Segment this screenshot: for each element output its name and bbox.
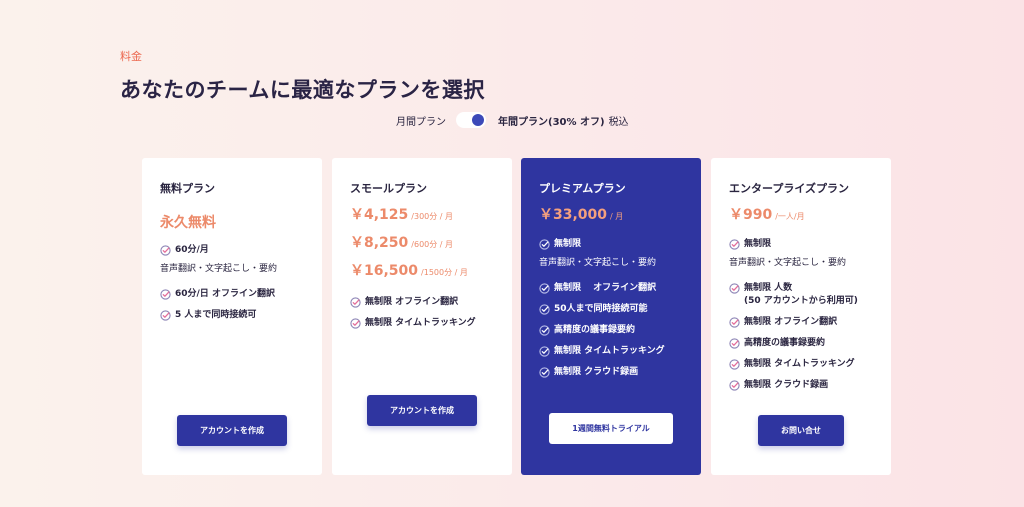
feature-item: 5 人まで同時接続可	[160, 309, 304, 322]
plan-unit: / 月	[610, 212, 624, 221]
monthly-plan-label[interactable]: 月間プラン	[396, 113, 446, 128]
annual-plan-label[interactable]: 年間プラン(30% オフ)	[498, 113, 605, 128]
feature-item: 無制限 オフライン翻訳	[729, 316, 873, 329]
section-label: 料金	[120, 50, 142, 63]
plan-price: 永久無料	[160, 215, 216, 231]
feature-item: 50人まで同時接続可能	[539, 303, 683, 316]
tier-unit: /300分 / 月	[411, 212, 454, 221]
check-circle-icon	[729, 283, 740, 294]
check-circle-icon	[729, 380, 740, 391]
check-circle-icon	[729, 359, 740, 370]
check-circle-icon	[350, 297, 361, 308]
feature-item: 無制限 クラウド録画	[539, 366, 683, 379]
price-tier: ￥16,500 /1500分 / 月	[350, 260, 494, 280]
create-account-button[interactable]: アカウントを作成	[367, 395, 477, 426]
tier-unit: /600分 / 月	[411, 240, 454, 249]
billing-toggle: 月間プラン 年間プラン(30% オフ) 税込	[396, 111, 629, 129]
page-title: あなたのチームに最適なプランを選択	[120, 78, 485, 102]
feature-item: 60分/日 オフライン翻訳	[160, 288, 304, 301]
plan-price: ￥33,000	[539, 207, 608, 223]
tier-price: ￥4,125	[350, 207, 409, 223]
check-circle-icon	[729, 338, 740, 349]
feature-subnote: (50 アカウントから利用可)	[744, 296, 858, 306]
tier-price: ￥8,250	[350, 235, 409, 251]
price-tier: ￥8,250 /600分 / 月	[350, 232, 494, 252]
feature-item: 無制限 タイムトラッキング	[539, 345, 683, 358]
feature-item: 無制限 オフライン翻訳	[350, 296, 494, 309]
feature-item: 60分/月	[160, 244, 304, 257]
create-account-button[interactable]: アカウントを作成	[177, 415, 287, 446]
check-circle-icon	[539, 325, 550, 336]
price-tier: ￥990 /一人/月	[729, 204, 873, 224]
plan-price: ￥990	[729, 207, 773, 223]
plan-title: エンタープライズプラン	[729, 182, 850, 195]
plan-title: 無料プラン	[160, 182, 215, 195]
feature-note: 音声翻訳・文字起こし・要約	[729, 258, 847, 268]
tier-price: ￥16,500	[350, 263, 419, 279]
feature-item: 高精度の議事録要約	[539, 324, 683, 337]
plan-title: スモールプラン	[350, 182, 427, 195]
feature-item: 無制限	[729, 238, 873, 251]
feature-item: 無制限 クラウド録画	[729, 379, 873, 392]
feature-item: 高精度の議事録要約	[729, 337, 873, 350]
feature-item: 無制限 人数 (50 アカウントから利用可)	[729, 282, 873, 308]
check-circle-icon	[160, 310, 171, 321]
price-tier: ￥33,000 / 月	[539, 204, 683, 224]
check-circle-icon	[539, 239, 550, 250]
check-circle-icon	[729, 317, 740, 328]
check-circle-icon	[160, 245, 171, 256]
feature-item: 無制限 オフライン翻訳	[539, 282, 683, 295]
tier-unit: /1500分 / 月	[421, 268, 468, 277]
check-circle-icon	[539, 367, 550, 378]
check-circle-icon	[729, 239, 740, 250]
check-circle-icon	[350, 318, 361, 329]
plan-card-free: 無料プラン 永久無料 60分/月 音声翻訳・文字起こし・要約 60分/日 オフラ…	[142, 158, 322, 475]
plan-card-premium: プレミアムプラン ￥33,000 / 月 無制限 音声翻訳・文字起こし・要約 無…	[521, 158, 701, 475]
feature-note: 音声翻訳・文字起こし・要約	[539, 258, 657, 268]
plan-card-enterprise: エンタープライズプラン ￥990 /一人/月 無制限 音声翻訳・文字起こし・要約…	[711, 158, 891, 475]
check-circle-icon	[539, 283, 550, 294]
feature-item: 無制限	[539, 238, 683, 251]
free-trial-button[interactable]: 1週間無料トライアル	[549, 413, 673, 444]
price-tier: ￥4,125 /300分 / 月	[350, 204, 494, 224]
feature-note: 音声翻訳・文字起こし・要約	[160, 264, 278, 274]
feature-item: 無制限 タイムトラッキング	[350, 317, 494, 330]
billing-switch[interactable]	[456, 112, 486, 128]
feature-item: 無制限 タイムトラッキング	[729, 358, 873, 371]
contact-us-button[interactable]: お問い合せ	[758, 415, 844, 446]
tax-included-label: 税込	[608, 116, 629, 128]
switch-knob	[472, 114, 484, 126]
check-circle-icon	[160, 289, 171, 300]
plan-unit: /一人/月	[775, 212, 805, 221]
feature-text: 無制限 人数	[744, 283, 793, 293]
check-circle-icon	[539, 304, 550, 315]
check-circle-icon	[539, 346, 550, 357]
plan-card-small: スモールプラン ￥4,125 /300分 / 月 ￥8,250 /600分 / …	[332, 158, 512, 475]
plan-title: プレミアムプラン	[539, 182, 626, 195]
